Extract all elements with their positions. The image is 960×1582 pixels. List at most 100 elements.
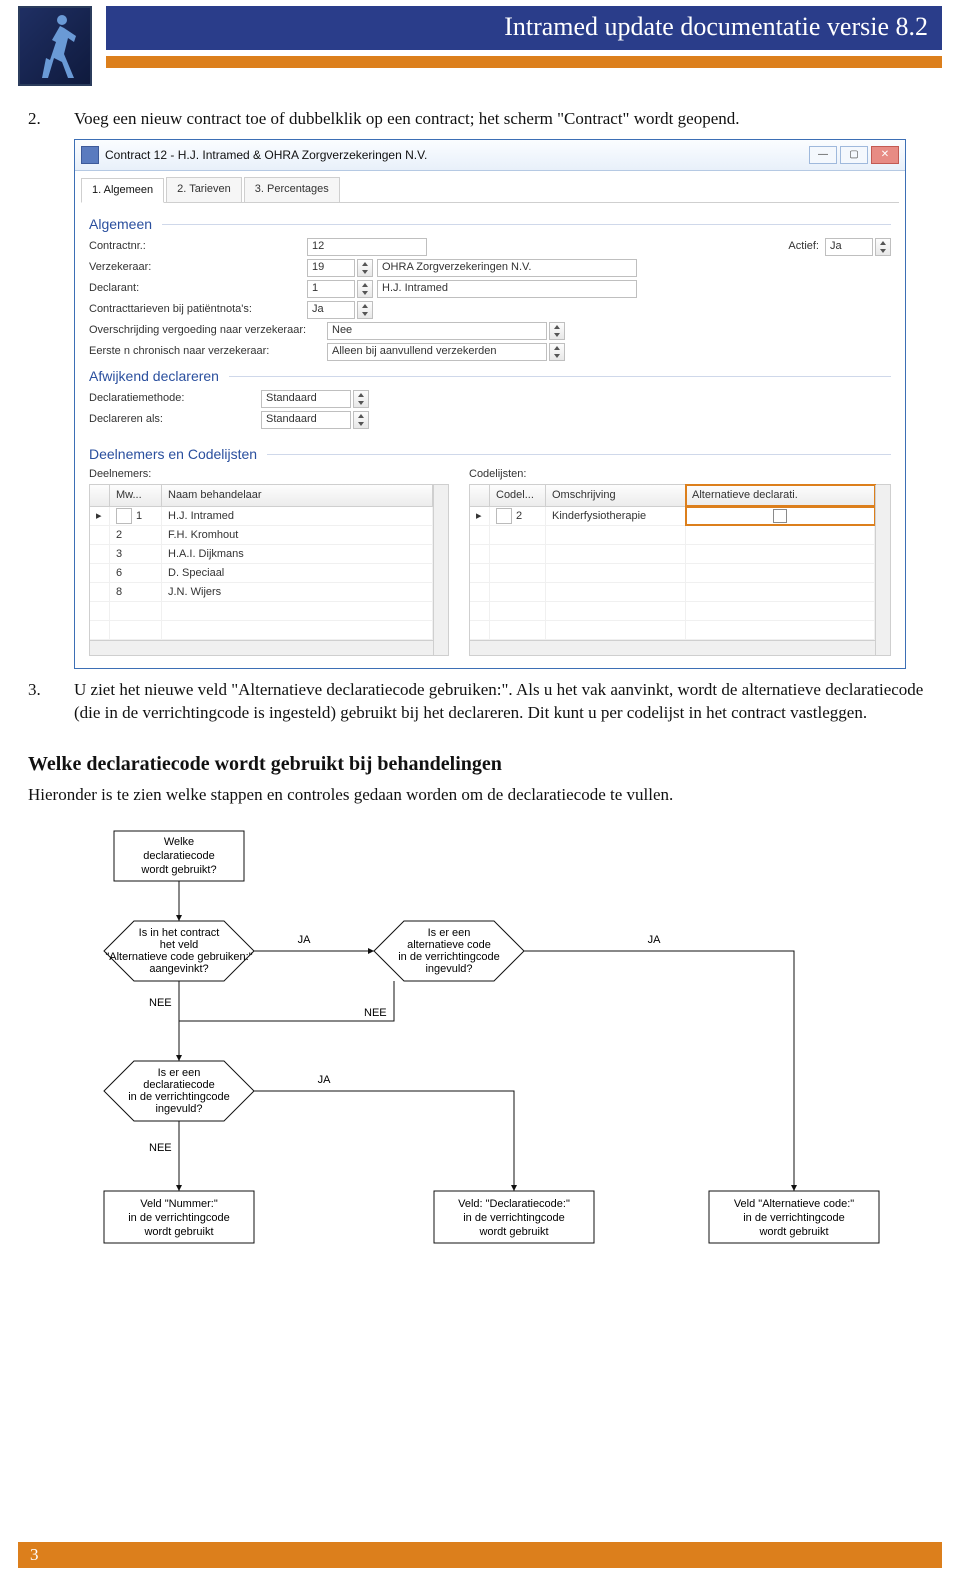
actief-spinner[interactable] <box>875 238 891 256</box>
svg-text:wordt gebruikt: wordt gebruikt <box>143 1226 213 1238</box>
table-row: ▸ 2 Kinderfysiotherapie <box>470 507 875 526</box>
deelnemers-label: Deelnemers: <box>89 467 449 482</box>
declals-select[interactable]: Standaard <box>261 411 351 429</box>
overschrijding-label: Overschrijding vergoeding naar verzekera… <box>89 323 327 338</box>
svg-text:NEE: NEE <box>149 997 172 1009</box>
step-2-number: 2. <box>28 108 74 131</box>
svg-text:ingevuld?: ingevuld? <box>425 963 472 975</box>
page-header: Intramed update documentatie versie 8.2 <box>0 0 960 86</box>
svg-text:Veld "Nummer:": Veld "Nummer:" <box>140 1198 218 1210</box>
eerste-spinner[interactable] <box>549 343 565 361</box>
v-scrollbar[interactable] <box>875 485 890 655</box>
declarant-spinner[interactable] <box>357 280 373 298</box>
step-2-text: Voeg een nieuw contract toe of dubbelkli… <box>74 108 932 131</box>
svg-text:JA: JA <box>298 934 312 946</box>
svg-text:NEE: NEE <box>364 1007 387 1019</box>
svg-text:in de verrichtingcode: in de verrichtingcode <box>463 1212 565 1224</box>
contracttarieven-select[interactable]: Ja <box>307 301 355 319</box>
svg-text:Veld "Alternatieve code:": Veld "Alternatieve code:" <box>734 1198 854 1210</box>
table-row: ▸ 1 H.J. Intramed <box>90 507 433 526</box>
declals-spinner[interactable] <box>353 411 369 429</box>
svg-text:Veld: "Declaratiecode:": Veld: "Declaratiecode:" <box>458 1198 570 1210</box>
legend-deelnemers: Deelnemers en Codelijsten <box>89 445 257 464</box>
step-3: 3. U ziet het nieuwe veld "Alternatieve … <box>28 679 932 725</box>
svg-text:in de verrichtingcode: in de verrichtingcode <box>743 1212 845 1224</box>
window-maximize-button[interactable]: ▢ <box>840 146 868 164</box>
svg-text:declaratiecode: declaratiecode <box>143 1079 215 1091</box>
declarant-input[interactable]: 1 <box>307 280 355 298</box>
svg-text:NEE: NEE <box>149 1142 172 1154</box>
tab-percentages[interactable]: 3. Percentages <box>244 177 340 202</box>
declmeth-label: Declaratiemethode: <box>89 391 261 406</box>
col-codel: Codel... <box>490 485 546 506</box>
declarant-label: Declarant: <box>89 281 307 296</box>
h-scrollbar[interactable] <box>470 640 875 655</box>
alternatieve-checkbox[interactable] <box>773 509 787 523</box>
svg-text:"Alternatieve code gebruiken:": "Alternatieve code gebruiken:" <box>105 951 252 963</box>
legend-algemeen: Algemeen <box>89 215 152 234</box>
col-alternatieve: Alternatieve declarati. <box>686 485 875 506</box>
window-title: Contract 12 - H.J. Intramed & OHRA Zorgv… <box>105 147 809 163</box>
section-heading: Welke declaratiecode wordt gebruikt bij … <box>28 751 932 778</box>
svg-text:Welke: Welke <box>164 836 194 848</box>
contracttarieven-spinner[interactable] <box>357 301 373 319</box>
contract-dialog: Contract 12 - H.J. Intramed & OHRA Zorgv… <box>74 139 906 669</box>
svg-text:JA: JA <box>648 934 662 946</box>
verzekeraar-spinner[interactable] <box>357 259 373 277</box>
eerste-label: Eerste n chronisch naar verzekeraar: <box>89 344 327 359</box>
declals-label: Declareren als: <box>89 412 261 427</box>
svg-text:wordt gebruikt?: wordt gebruikt? <box>140 864 216 876</box>
tab-algemeen[interactable]: 1. Algemeen <box>81 178 164 203</box>
header-accent-bar <box>106 56 942 68</box>
contractnr-input[interactable]: 12 <box>307 238 427 256</box>
svg-text:wordt gebruikt: wordt gebruikt <box>758 1226 828 1238</box>
tab-tarieven[interactable]: 2. Tarieven <box>166 177 242 202</box>
svg-text:JA: JA <box>318 1074 332 1086</box>
window-close-button[interactable]: ✕ <box>871 146 899 164</box>
svg-text:in de verrichtingcode: in de verrichtingcode <box>398 951 500 963</box>
verzekeraar-input[interactable]: 19 <box>307 259 355 277</box>
header-title: Intramed update documentatie versie 8.2 <box>106 6 942 50</box>
contractnr-label: Contractnr.: <box>89 239 307 254</box>
h-scrollbar[interactable] <box>90 640 433 655</box>
verzekeraar-label: Verzekeraar: <box>89 260 307 275</box>
page-footer: 3 <box>18 1542 942 1568</box>
declmeth-spinner[interactable] <box>353 390 369 408</box>
overschrijding-select[interactable]: Nee <box>327 322 547 340</box>
window-minimize-button[interactable]: — <box>809 146 837 164</box>
table-row: 6D. Speciaal <box>90 564 433 583</box>
product-logo <box>18 6 92 86</box>
actief-select[interactable]: Ja <box>825 238 873 256</box>
col-mw: Mw... <box>110 485 162 506</box>
declmeth-select[interactable]: Standaard <box>261 390 351 408</box>
step-3-text: U ziet het nieuwe veld "Alternatieve dec… <box>74 679 932 725</box>
flowchart: Welke declaratiecode wordt gebruikt? Is … <box>74 821 932 1275</box>
svg-text:Is er een: Is er een <box>158 1067 201 1079</box>
window-app-icon <box>81 146 99 164</box>
declarant-name: H.J. Intramed <box>377 280 637 298</box>
col-omschrijving: Omschrijving <box>546 485 686 506</box>
step-3-number: 3. <box>28 679 74 725</box>
dialog-tabs: 1. Algemeen 2. Tarieven 3. Percentages <box>81 177 899 203</box>
svg-text:alternatieve code: alternatieve code <box>407 939 491 951</box>
codelijsten-label: Codelijsten: <box>469 467 891 482</box>
overschrijding-spinner[interactable] <box>549 322 565 340</box>
svg-text:declaratiecode: declaratiecode <box>143 850 215 862</box>
table-row: 8J.N. Wijers <box>90 583 433 602</box>
svg-text:Is er een: Is er een <box>428 927 471 939</box>
actief-label: Actief: <box>788 239 819 254</box>
eerste-select[interactable]: Alleen bij aanvullend verzekerden <box>327 343 547 361</box>
contracttarieven-label: Contracttarieven bij patiëntnota's: <box>89 302 307 317</box>
col-naam: Naam behandelaar <box>162 485 433 506</box>
deelnemers-table[interactable]: Mw... Naam behandelaar ▸ 1 H.J. Intramed <box>89 484 449 656</box>
v-scrollbar[interactable] <box>433 485 448 655</box>
codelijsten-table[interactable]: Codel... Omschrijving Alternatieve decla… <box>469 484 891 656</box>
section-intro: Hieronder is te zien welke stappen en co… <box>28 784 932 807</box>
svg-text:in de verrichtingcode: in de verrichtingcode <box>128 1212 230 1224</box>
row-spinner-icon[interactable] <box>116 508 132 524</box>
svg-text:Is in het contract: Is in het contract <box>139 927 220 939</box>
row-spinner-icon[interactable] <box>496 508 512 524</box>
svg-text:wordt gebruikt: wordt gebruikt <box>478 1226 548 1238</box>
page-number: 3 <box>30 1545 39 1565</box>
svg-text:ingevuld?: ingevuld? <box>155 1103 202 1115</box>
